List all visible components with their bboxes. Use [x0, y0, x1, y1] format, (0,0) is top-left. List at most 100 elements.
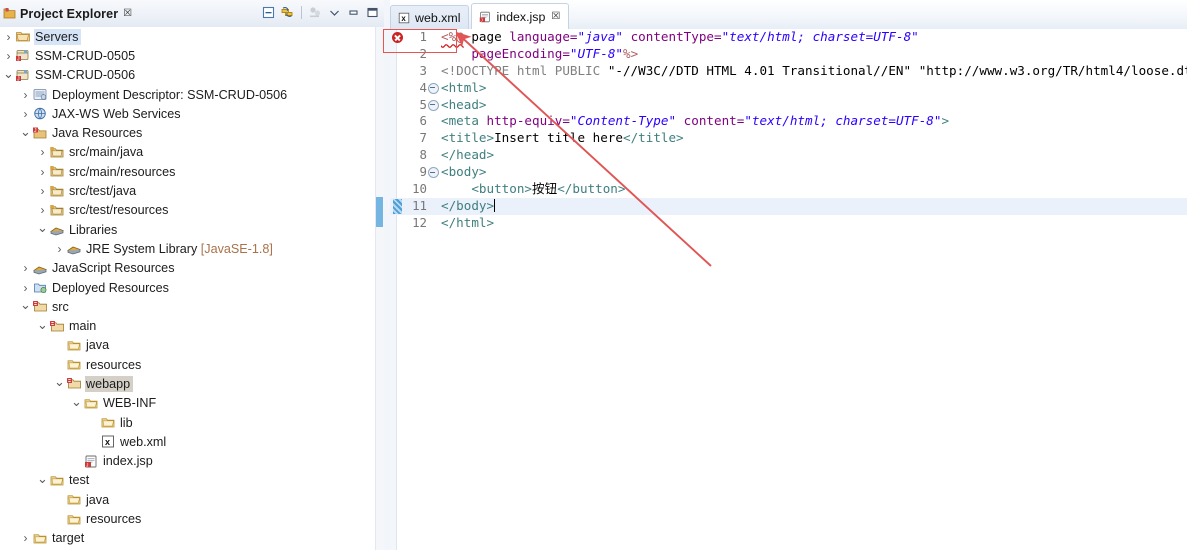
- code-line-1[interactable]: 1 <%@ page language="java" contentType="t…: [390, 29, 1187, 46]
- chevron-down-icon[interactable]: ⌄: [36, 318, 49, 331]
- collapse-all-icon[interactable]: [260, 4, 277, 21]
- close-icon[interactable]: ☒: [551, 11, 560, 22]
- code-line-10[interactable]: 10 <button>按钮</button>: [390, 181, 1187, 198]
- tree-item-jax-ws-web-services[interactable]: › JAX-WS Web Services: [0, 104, 384, 123]
- tree-item-src-test-resources[interactable]: › src/test/resources: [0, 201, 384, 220]
- text-caret: [494, 198, 496, 212]
- code-token: "http://www.w3.org/TR/html4/loose.dtd": [918, 62, 1187, 78]
- code-line-11[interactable]: 11 </body>: [390, 197, 1187, 215]
- folder-icon: [83, 396, 99, 411]
- chevron-right-icon[interactable]: ›: [53, 242, 66, 255]
- chevron-down-icon[interactable]: ⌄: [2, 67, 15, 80]
- tree-item-java-resources[interactable]: ⌄ J Java Resources: [0, 123, 384, 142]
- tree-item-main[interactable]: ⌄ main: [0, 316, 384, 335]
- link-with-editor-icon[interactable]: [279, 4, 296, 21]
- code-line-6[interactable]: 6 <meta http-equiv="Content-Type" content…: [390, 113, 1187, 130]
- chevron-right-icon[interactable]: ›: [2, 49, 15, 62]
- chevron-down-icon[interactable]: ⌄: [70, 395, 83, 408]
- tree-item-ssm-crud-0506[interactable]: ⌄ J SSM-CRUD-0506: [0, 66, 384, 85]
- tree-item-ssm-crud-0505[interactable]: › J SSM-CRUD-0505: [0, 46, 384, 65]
- tree-item-lib[interactable]: lib: [0, 413, 384, 432]
- fold-toggle-icon[interactable]: [427, 99, 439, 111]
- code-token: language=: [509, 29, 578, 44]
- tree-item-java[interactable]: java: [0, 336, 384, 355]
- code-token: %>: [623, 45, 639, 61]
- chevron-down-icon[interactable]: ⌄: [53, 375, 66, 388]
- chevron-right-icon[interactable]: ›: [36, 185, 49, 198]
- maximize-icon[interactable]: [364, 4, 381, 21]
- code-line-5[interactable]: 5 <head>: [390, 97, 1187, 114]
- tree-item-label: JavaScript Resources: [52, 261, 175, 276]
- tree-item-web-xml[interactable]: x web.xml: [0, 432, 384, 451]
- tree-item-src-test-java[interactable]: › src/test/java: [0, 181, 384, 200]
- tree-item-src-main-resources[interactable]: › src/main/resources: [0, 162, 384, 181]
- tree-item-src[interactable]: ⌄ src: [0, 297, 384, 316]
- chevron-right-icon[interactable]: ›: [19, 262, 32, 275]
- chevron-right-icon[interactable]: ›: [36, 204, 49, 217]
- code-line-12[interactable]: 12 </html>: [390, 215, 1187, 232]
- editor-tab-label: index.jsp: [496, 9, 546, 24]
- chevron-right-icon[interactable]: ›: [19, 88, 32, 101]
- source-folder-icon: [49, 184, 65, 199]
- code-editor[interactable]: 1 <%@ page language="java" contentType="t…: [390, 29, 1187, 550]
- tree-item-index-jsp[interactable]: Jindex.jsp: [0, 452, 384, 471]
- chevron-down-icon[interactable]: ⌄: [19, 298, 32, 311]
- chevron-right-icon[interactable]: ›: [36, 165, 49, 178]
- code-lines[interactable]: 1 <%@ page language="java" contentType="t…: [390, 29, 1187, 232]
- explorer-scrollbar-track[interactable]: [375, 27, 384, 550]
- cursor-line-marker: [390, 198, 405, 214]
- tree-item-jre-system-library[interactable]: › JRE System Library [JavaSE-1.8]: [0, 239, 384, 258]
- tree-item-servers[interactable]: › Servers: [0, 27, 384, 46]
- code-line-9[interactable]: 9 <body>: [390, 164, 1187, 181]
- tree-item-deployment-descriptor-ssm-crud-0506[interactable]: › Deployment Descriptor: SSM-CRUD-0506: [0, 85, 384, 104]
- tree-item-label: main: [69, 319, 97, 334]
- fold-toggle-icon[interactable]: [427, 167, 439, 179]
- tree-item-deployed-resources[interactable]: › Deployed Resources: [0, 278, 384, 297]
- tree-item-javascript-resources[interactable]: › JavaScript Resources: [0, 259, 384, 278]
- code-line-3[interactable]: 3 <!DOCTYPE html PUBLIC "-//W3C//DTD HTML…: [390, 63, 1187, 80]
- project-explorer-header: Project Explorer ☒: [0, 0, 384, 28]
- tree-item-libraries[interactable]: ⌄ Libraries: [0, 220, 384, 239]
- code-line-2[interactable]: 2 pageEncoding="UTF-8"%>: [390, 46, 1187, 63]
- error-marker-icon[interactable]: [390, 31, 405, 43]
- tree-item-webapp[interactable]: ⌄ webapp: [0, 374, 384, 393]
- line-number: 6: [419, 113, 427, 129]
- editor-tab-web-xml[interactable]: x web.xml: [390, 5, 470, 29]
- folder-icon: [66, 512, 82, 527]
- chevron-down-icon[interactable]: ⌄: [19, 125, 32, 138]
- tree-item-target[interactable]: › target: [0, 529, 384, 548]
- deployment-descriptor-icon: [32, 87, 48, 102]
- project-tree[interactable]: › Servers › J SSM-CRUD-0505 ⌄ J SSM-CRUD-0506 › D…: [0, 27, 384, 550]
- line-number: 2: [419, 45, 427, 61]
- chevron-down-icon[interactable]: ⌄: [36, 221, 49, 234]
- fold-toggle-icon[interactable]: [427, 82, 439, 94]
- editor-tab-index-jsp[interactable]: Jindex.jsp ☒: [471, 3, 570, 30]
- view-menu-icon[interactable]: [326, 4, 343, 21]
- tree-item-label: test: [69, 473, 90, 488]
- chevron-right-icon[interactable]: ›: [19, 281, 32, 294]
- tree-item-resources[interactable]: resources: [0, 509, 384, 528]
- code-line-7[interactable]: 7 <title>Insert title here</title>: [390, 130, 1187, 147]
- tree-item-resources[interactable]: resources: [0, 355, 384, 374]
- code-line-8[interactable]: 8 </head>: [390, 147, 1187, 164]
- tree-item-web-inf[interactable]: ⌄ WEB-INF: [0, 394, 384, 413]
- tree-item-java[interactable]: java: [0, 490, 384, 509]
- line-number: 5: [419, 96, 427, 112]
- chevron-right-icon[interactable]: ›: [19, 107, 32, 120]
- line-number: 9: [419, 164, 427, 180]
- chevron-right-icon[interactable]: ›: [2, 30, 15, 43]
- tree-item-test[interactable]: ⌄ test: [0, 471, 384, 490]
- tree-item-src-main-java[interactable]: › src/main/java: [0, 143, 384, 162]
- chevron-down-icon[interactable]: ⌄: [36, 472, 49, 485]
- code-line-4[interactable]: 4 <html>: [390, 80, 1187, 97]
- chevron-right-icon[interactable]: ›: [19, 532, 32, 545]
- eclipse-ide-window: Project Explorer ☒ › Servers › J SSM-CRU…: [0, 0, 1187, 550]
- code-token: <!DOCTYPE html PUBLIC: [441, 62, 608, 78]
- focus-on-active-task-icon[interactable]: [307, 4, 324, 21]
- deployed-resources-icon: [32, 280, 48, 295]
- web-project-icon: J: [15, 48, 31, 63]
- chevron-right-icon[interactable]: ›: [36, 146, 49, 159]
- minimize-icon[interactable]: [345, 4, 362, 21]
- close-icon[interactable]: ☒: [123, 8, 132, 19]
- explorer-scrollbar-thumb[interactable]: [376, 197, 383, 227]
